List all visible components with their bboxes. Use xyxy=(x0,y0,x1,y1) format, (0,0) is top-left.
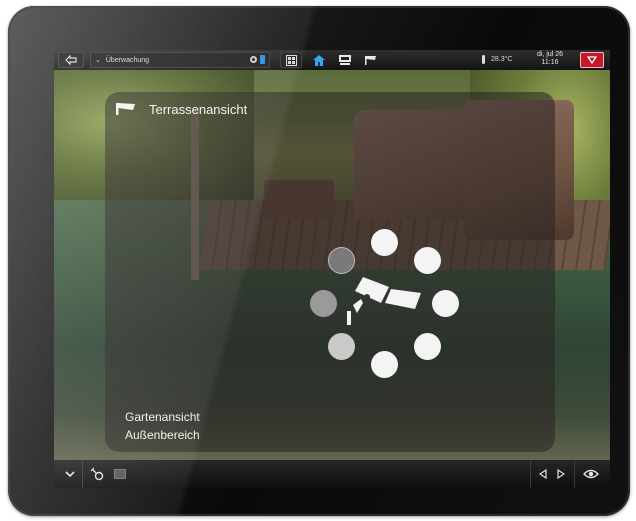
camera-area-label: Außenbereich xyxy=(125,428,200,442)
monitor-icon xyxy=(339,55,351,65)
loading-spinner xyxy=(310,229,460,379)
chevron-down-icon xyxy=(65,470,75,477)
top-bar: ⌄ Überwachung 28.3°C di, jul 26 11:16 xyxy=(54,50,610,70)
date-time: di, jul 26 11:16 xyxy=(537,51,563,67)
settings-button[interactable] xyxy=(88,466,106,482)
gear-icon xyxy=(250,56,257,63)
spinner-dot xyxy=(432,290,459,317)
chevron-down-icon: ⌄ xyxy=(95,57,101,64)
tablet-bezel: ⌄ Überwachung 28.3°C di, jul 26 11:16 Te… xyxy=(8,6,630,516)
temperature-value: 28.3°C xyxy=(491,56,513,63)
room-selector[interactable]: ⌄ Überwachung xyxy=(90,52,270,68)
grid-icon xyxy=(285,54,297,66)
view-button[interactable] xyxy=(580,466,602,482)
spinner-dot xyxy=(328,333,355,360)
temperature-display: 28.3°C xyxy=(482,55,512,64)
back-button[interactable] xyxy=(58,52,84,68)
spinner-dot xyxy=(310,290,337,317)
camera-icon xyxy=(365,56,376,65)
spinner-dot xyxy=(371,229,398,256)
thermometer-icon xyxy=(482,55,485,64)
monitor-button[interactable] xyxy=(334,52,356,68)
camera-panel[interactable]: Terrassenansicht Gartenansicht Außenbere… xyxy=(105,92,555,452)
camera-button[interactable] xyxy=(360,52,382,68)
home-button[interactable] xyxy=(308,52,330,68)
monitor-icon xyxy=(114,469,126,479)
back-arrow-icon xyxy=(65,55,77,65)
room-selector-label: Überwachung xyxy=(105,56,150,64)
spinner-dot xyxy=(414,333,441,360)
eye-icon xyxy=(583,469,599,479)
collapse-button[interactable] xyxy=(62,466,78,482)
divider xyxy=(82,460,83,488)
alarm-button[interactable] xyxy=(580,52,604,68)
alarm-icon xyxy=(586,56,598,65)
triangle-left-icon xyxy=(539,469,547,479)
settings-icon xyxy=(90,467,104,481)
time-label: 11:16 xyxy=(541,59,559,66)
grid-view-button[interactable] xyxy=(280,52,302,68)
display-button[interactable] xyxy=(112,466,128,482)
bottom-bar xyxy=(54,460,610,488)
camera-icon xyxy=(116,103,135,115)
next-button[interactable] xyxy=(554,466,568,482)
tablet-screen: ⌄ Überwachung 28.3°C di, jul 26 11:16 Te… xyxy=(54,50,610,488)
spinner-dot xyxy=(371,351,398,378)
divider xyxy=(530,460,531,488)
date-label: di, jul 26 xyxy=(537,51,564,58)
divider xyxy=(574,460,575,488)
battery-icon xyxy=(260,55,265,64)
triangle-right-icon xyxy=(557,469,565,479)
panel-title: Terrassenansicht xyxy=(149,102,248,117)
previous-button[interactable] xyxy=(536,466,550,482)
home-icon xyxy=(313,54,325,66)
camera-group-label: Gartenansicht xyxy=(125,410,200,424)
camera-icon xyxy=(347,277,421,325)
